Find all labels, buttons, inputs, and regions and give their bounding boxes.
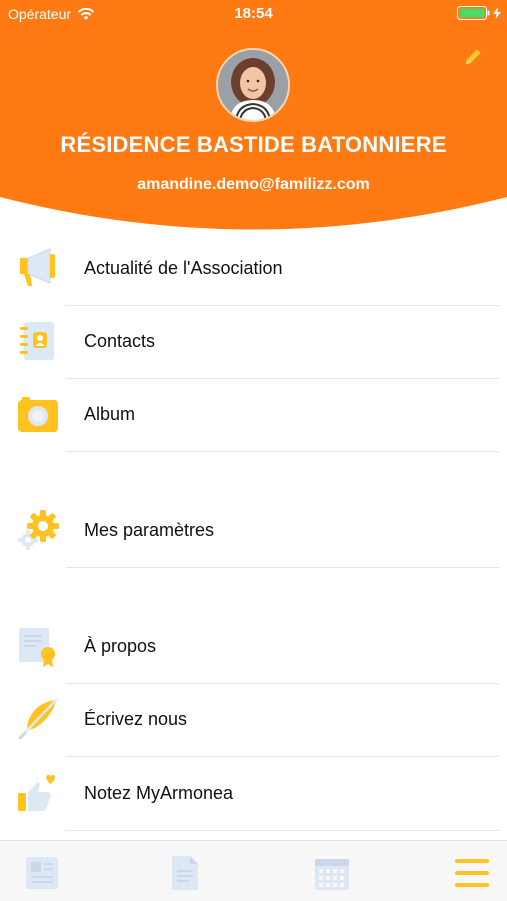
document-icon (172, 856, 198, 890)
thumbs-up-heart-icon (16, 771, 60, 815)
status-time: 18:54 (234, 5, 273, 22)
menu-item-write-us[interactable]: Écrivez nous (0, 685, 507, 757)
gears-icon (16, 508, 60, 552)
divider (66, 756, 499, 757)
menu-label: Contacts (84, 331, 156, 351)
quill-icon (16, 697, 60, 741)
menu-label: À propos (84, 636, 157, 656)
menu-label: Mes paramètres (84, 520, 215, 540)
tab-menu[interactable] (452, 853, 492, 893)
address-book-icon (16, 319, 60, 363)
hamburger-menu-icon (455, 859, 489, 887)
menu-item-news[interactable]: Actualité de l'Association (0, 234, 507, 306)
menu-item-settings[interactable]: Mes paramètres (0, 496, 507, 568)
tab-bar (0, 840, 507, 901)
menu-label: Écrivez nous (84, 709, 188, 729)
news-icon (26, 857, 58, 889)
menu-item-contacts[interactable]: Contacts (0, 307, 507, 379)
status-bar: Opérateur 18:54 (0, 0, 507, 28)
menu-item-album[interactable]: Album (0, 380, 507, 452)
profile-header: Opérateur 18:54 RÉSIDENCE BASTIDE BATONN… (0, 0, 507, 235)
megaphone-icon (16, 246, 60, 290)
avatar-photo (218, 50, 288, 120)
user-email: amandine.demo@familizz.com (137, 176, 370, 193)
menu-label: Actualité de l'Association (84, 258, 283, 278)
calendar-icon (315, 859, 349, 890)
divider (66, 567, 499, 568)
pencil-icon (466, 49, 481, 64)
certificate-icon (16, 624, 60, 668)
divider (66, 830, 499, 831)
camera-icon (16, 392, 60, 436)
avatar[interactable] (216, 48, 290, 122)
battery-icon (457, 6, 501, 20)
tab-documents[interactable] (164, 853, 204, 893)
divider (66, 378, 499, 379)
divider (66, 683, 499, 684)
residence-title: RÉSIDENCE BASTIDE BATONNIERE (60, 132, 447, 157)
menu-label: Album (84, 404, 136, 424)
menu-item-rate-app[interactable]: Notez MyArmonea (0, 759, 507, 831)
divider (66, 305, 499, 306)
divider (66, 451, 499, 452)
menu-label: Notez MyArmonea (84, 783, 234, 803)
charging-bolt-icon (493, 7, 501, 19)
menu-item-about[interactable]: À propos (0, 612, 507, 684)
tab-news[interactable] (22, 853, 62, 893)
tab-calendar[interactable] (312, 853, 352, 893)
edit-profile-button[interactable] (462, 46, 484, 68)
